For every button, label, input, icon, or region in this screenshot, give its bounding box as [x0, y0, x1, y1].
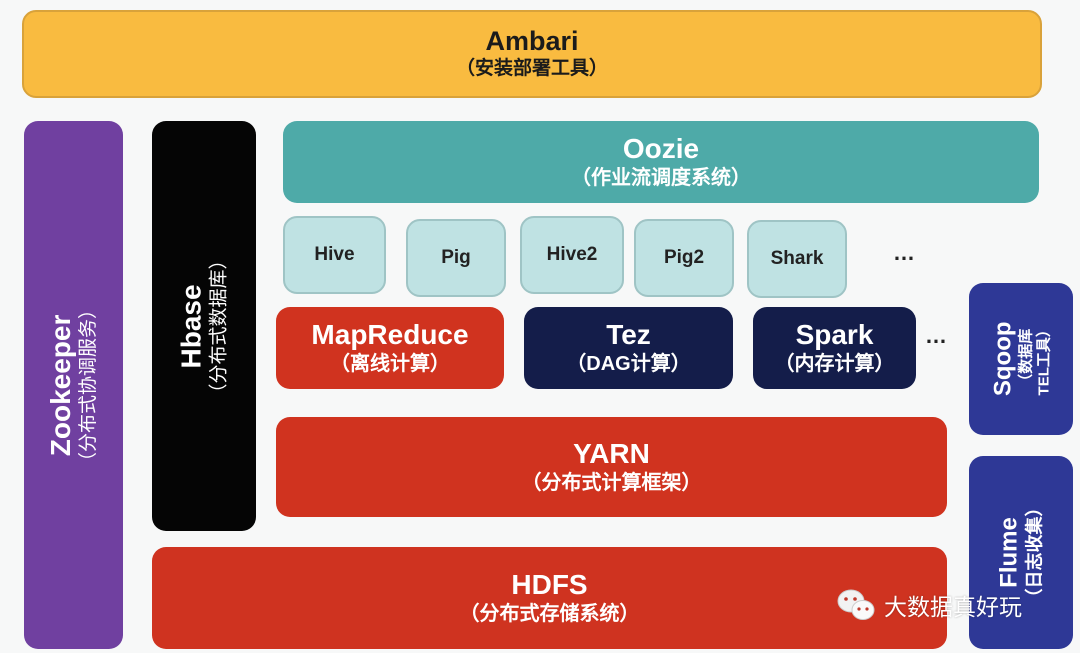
hdfs-subtitle: （分布式存储系统）: [459, 603, 640, 626]
tool-pig2: Pig2: [634, 219, 734, 297]
spark-title: Spark: [795, 318, 874, 350]
hdfs-block: HDFS （分布式存储系统）: [152, 547, 947, 649]
zookeeper-block: Zookeeper （分布式协调服务）: [24, 121, 123, 649]
spark-subtitle: （内存计算）: [774, 353, 895, 376]
watermark-text: 大数据真好玩: [884, 594, 1022, 620]
tool-label: Shark: [770, 248, 824, 269]
tez-subtitle: （DAG计算）: [566, 353, 691, 376]
yarn-title: YARN: [573, 437, 650, 469]
sqoop-title: Sqoop: [989, 321, 1017, 397]
yarn-subtitle: （分布式计算框架）: [521, 472, 702, 495]
yarn-block: YARN （分布式计算框架）: [276, 417, 947, 517]
oozie-block: Oozie （作业流调度系统）: [283, 121, 1039, 203]
tez-block: Tez （DAG计算）: [524, 307, 733, 389]
tool-label: Hive2: [546, 244, 598, 265]
mapreduce-block: MapReduce （离线计算）: [276, 307, 504, 389]
flume-subtitle: （日志收集）: [1024, 498, 1045, 607]
wechat-icon: [836, 588, 876, 622]
tool-shark: Shark: [747, 220, 847, 298]
tool-label: Pig2: [663, 247, 705, 268]
tool-hive: Hive: [283, 216, 386, 294]
tools-more-ellipsis: …: [893, 240, 917, 265]
hbase-subtitle: （分布式数据库）: [208, 249, 230, 403]
hbase-title: Hbase: [175, 283, 207, 369]
hdfs-title: HDFS: [511, 568, 588, 600]
sqoop-block: Sqoop （数据库 TEL工具）: [969, 283, 1073, 435]
ambari-title: Ambari: [485, 26, 579, 57]
engines-more-ellipsis: …: [925, 323, 949, 348]
oozie-title: Oozie: [622, 132, 700, 164]
mapreduce-title: MapReduce: [311, 318, 469, 350]
watermark: 大数据真好玩: [836, 588, 1022, 622]
spark-block: Spark （内存计算）: [753, 307, 916, 389]
tez-title: Tez: [606, 318, 651, 350]
zookeeper-subtitle: （分布式协调服务）: [78, 299, 100, 471]
oozie-subtitle: （作业流调度系统）: [571, 167, 751, 190]
tool-pig: Pig: [406, 219, 506, 297]
tool-label: Hive: [314, 244, 355, 265]
tool-hive2: Hive2: [520, 216, 624, 294]
ambari-subtitle: （安装部署工具）: [455, 58, 608, 80]
sqoop-subtitle-line2: TEL工具）: [1034, 322, 1052, 396]
sqoop-subtitle-line1: （数据库: [1016, 329, 1034, 390]
tool-label: Pig: [441, 247, 471, 268]
flume-title: Flume: [995, 517, 1023, 588]
hbase-block: Hbase （分布式数据库）: [152, 121, 256, 531]
mapreduce-subtitle: （离线计算）: [330, 353, 450, 376]
zookeeper-title: Zookeeper: [45, 314, 77, 456]
ambari-block: Ambari （安装部署工具）: [22, 10, 1042, 98]
